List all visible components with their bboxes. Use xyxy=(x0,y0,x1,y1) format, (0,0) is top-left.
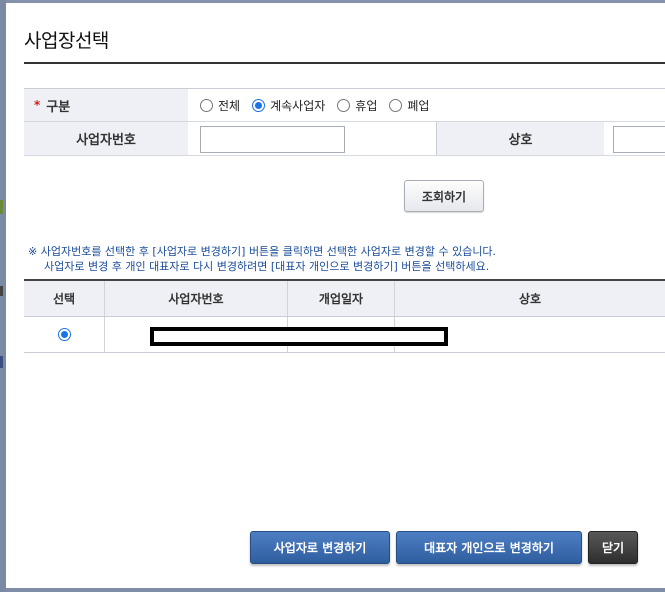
radio-active[interactable] xyxy=(252,98,266,112)
search-form: * 구분 전체 계속사업자 휴업 폐업 사업자번호 상호 xyxy=(24,88,665,156)
table-header: 선택 사업자번호 개업일자 상호 xyxy=(24,281,665,317)
form-row-category: * 구분 전체 계속사업자 휴업 폐업 xyxy=(24,89,665,122)
category-label: * 구분 xyxy=(24,89,188,121)
header-name: 상호 xyxy=(518,292,542,306)
category-radio-group: 전체 계속사업자 휴업 폐업 xyxy=(200,89,441,121)
change-to-representative-button[interactable]: 대표자 개인으로 변경하기 xyxy=(396,531,582,564)
required-mark: * xyxy=(34,98,41,112)
close-button[interactable]: 닫기 xyxy=(588,531,638,564)
header-select: 선택 xyxy=(24,281,105,316)
header-open-date: 개업일자 xyxy=(288,281,395,316)
row-select-radio[interactable] xyxy=(57,328,71,341)
radio-closed[interactable] xyxy=(389,98,403,112)
search-button[interactable]: 조회하기 xyxy=(404,180,484,212)
name-input[interactable] xyxy=(613,126,665,153)
row-select-cell xyxy=(24,317,105,352)
dialog-title: 사업장선택 xyxy=(24,30,109,52)
radio-closed-label: 폐업 xyxy=(407,98,430,113)
radio-option-closed[interactable]: 폐업 xyxy=(389,97,429,114)
title-divider xyxy=(24,62,665,64)
name-label: 상호 xyxy=(436,122,604,155)
radio-all[interactable] xyxy=(200,98,213,112)
radio-option-all[interactable]: 전체 xyxy=(200,97,240,114)
change-to-business-button[interactable]: 사업자로 변경하기 xyxy=(250,531,390,564)
header-bizno: 사업자번호 xyxy=(105,281,288,316)
background-edge-mark xyxy=(0,200,3,214)
radio-option-suspended[interactable]: 휴업 xyxy=(337,97,377,114)
category-label-text: 구분 xyxy=(46,99,71,115)
radio-all-label: 전체 xyxy=(218,98,241,113)
result-table: 선택 사업자번호 개업일자 상호 xyxy=(24,279,665,353)
bizno-label: 사업자번호 xyxy=(24,122,188,155)
dialog-top-border xyxy=(6,0,665,3)
background-edge-mark xyxy=(0,286,3,296)
radio-suspended[interactable] xyxy=(337,98,351,112)
radio-option-active[interactable]: 계속사업자 xyxy=(252,97,325,114)
radio-suspended-label: 휴업 xyxy=(355,98,378,113)
notice-line-2: 사업자로 변경 후 개인 대표자로 다시 변경하려면 [대표자 개인으로 변경하… xyxy=(44,260,490,273)
notice-text: ※ 사업자번호를 선택한 후 [사업자로 변경하기] 버튼을 클릭하면 선택한 … xyxy=(28,244,665,274)
radio-active-label: 계속사업자 xyxy=(270,98,326,113)
bizno-input[interactable] xyxy=(200,126,345,153)
notice-line-1: ※ 사업자번호를 선택한 후 [사업자로 변경하기] 버튼을 클릭하면 선택한 … xyxy=(28,245,497,258)
redaction-box xyxy=(150,327,448,346)
form-row-bizno: 사업자번호 상호 xyxy=(24,122,665,156)
background-edge-mark xyxy=(0,356,3,368)
